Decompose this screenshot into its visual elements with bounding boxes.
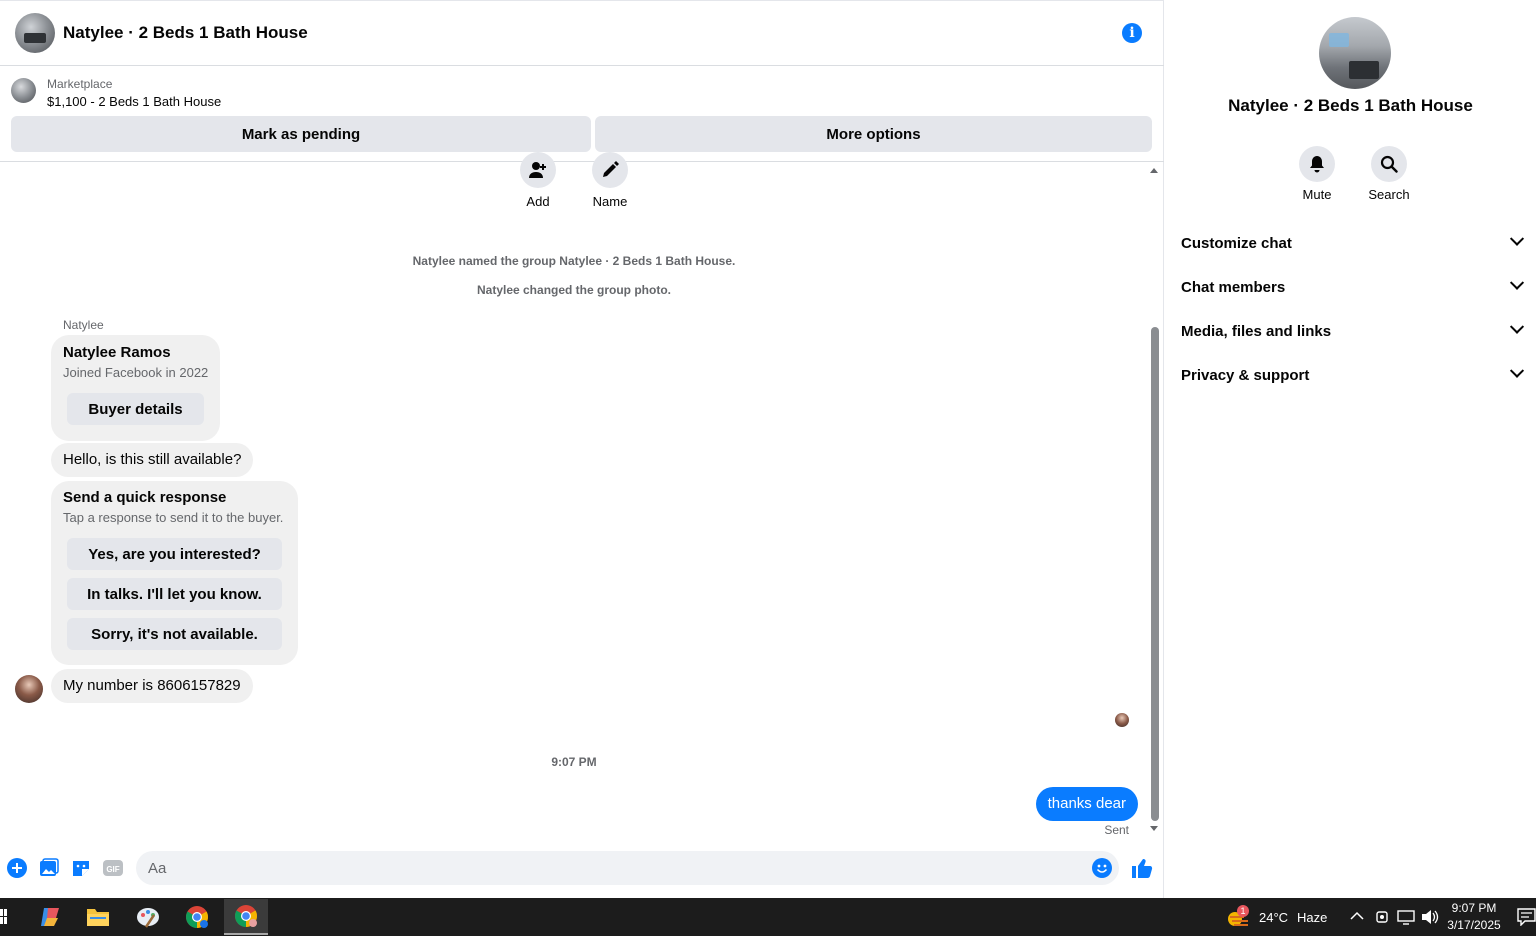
system-message-rename: Natylee named the group Natylee · 2 Beds… [412,254,736,268]
message-status: Sent [1104,823,1129,837]
svg-text:GIF: GIF [106,865,119,874]
name-label: Name [592,194,628,209]
meet-now-icon[interactable] [1375,909,1389,925]
copilot-app[interactable] [28,899,72,935]
search-label: Search [1368,187,1410,202]
clock-date[interactable]: 3/17/2025 [1444,918,1504,932]
gif-icon[interactable]: GIF [103,858,123,878]
chevron-up-icon[interactable] [1350,911,1364,921]
group-avatar[interactable] [15,13,55,53]
message-bubble[interactable]: My number is 8606157829 [51,669,253,703]
quick-response-option[interactable]: Yes, are you interested? [67,538,282,570]
section-customize-chat[interactable]: Customize chat [1181,223,1530,263]
chrome-icon [186,906,208,928]
info-panel: Natylee · 2 Beds 1 Bath House Mute Searc… [1165,0,1536,898]
chrome-app-active[interactable] [224,899,268,935]
add-person-button[interactable] [520,152,556,188]
more-options-button[interactable]: More options [595,116,1152,152]
sender-name: Natylee [63,318,104,332]
message-input[interactable] [136,851,1119,885]
bell-icon [1310,156,1324,173]
buyer-joined: Joined Facebook in 2022 [63,365,209,380]
panel-title: Natylee · 2 Beds 1 Bath House [1228,96,1473,115]
section-label: Privacy & support [1181,366,1310,384]
section-media-files-links[interactable]: Media, files and links [1181,311,1530,351]
search-button[interactable] [1371,146,1407,182]
photo-icon[interactable] [39,858,59,878]
pencil-icon [603,161,619,177]
start-icon[interactable] [0,909,8,925]
mark-as-pending-button[interactable]: Mark as pending [11,116,591,152]
chevron-down-icon [1509,319,1525,334]
search-icon [1380,155,1398,173]
section-label: Media, files and links [1181,322,1332,340]
file-explorer-app[interactable] [76,899,120,935]
listing-thumbnail[interactable] [11,78,36,103]
section-label: Chat members [1181,278,1286,296]
scroll-down-arrow[interactable] [1150,826,1158,831]
copilot-icon [41,908,59,926]
quick-response-subtitle: Tap a response to send it to the buyer. [63,510,284,525]
like-icon[interactable] [1131,857,1153,879]
plus-icon[interactable] [7,858,27,878]
info-icon[interactable]: i [1122,23,1142,43]
name-group-button[interactable] [592,152,628,188]
quick-response-option[interactable]: Sorry, it's not available. [67,618,282,650]
quick-response-title: Send a quick response [63,489,227,506]
add-label: Add [526,194,550,209]
seen-indicator-avatar [1115,713,1129,727]
buyer-name: Natylee Ramos [63,344,171,361]
section-chat-members[interactable]: Chat members [1181,267,1530,307]
sticker-icon[interactable] [71,858,91,878]
listing-title[interactable]: $1,100 - 2 Beds 1 Bath House [47,94,221,109]
mute-label: Mute [1302,187,1332,202]
weather-badge: 1 [1237,905,1249,917]
chrome-icon [235,905,257,927]
chevron-down-icon [1509,231,1525,246]
scrollbar-thumb[interactable] [1151,327,1159,821]
chat-title[interactable]: Natylee · 2 Beds 1 Bath House [63,23,308,43]
chevron-down-icon [1509,363,1525,378]
mute-button[interactable] [1299,146,1335,182]
section-label: Customize chat [1181,234,1292,252]
marketplace-label: Marketplace [47,77,113,91]
system-message-photo: Natylee changed the group photo. [476,283,671,297]
taskbar: 1 24°C Haze 9:07 PM 3/17/2025 [0,898,1536,936]
chat-header: Natylee · 2 Beds 1 Bath House i [0,0,1164,66]
sender-avatar[interactable] [15,675,43,703]
section-privacy-support[interactable]: Privacy & support [1181,355,1530,395]
folder-icon [87,909,109,926]
quick-response-option[interactable]: In talks. I'll let you know. [67,578,282,610]
network-icon[interactable] [1397,909,1415,925]
palette-icon [137,908,159,928]
chat-column: Natylee · 2 Beds 1 Bath House i Marketpl… [0,0,1164,898]
group-photo[interactable] [1319,17,1391,89]
weather-temp[interactable]: 24°C [1259,910,1288,925]
buyer-details-button[interactable]: Buyer details [67,393,204,425]
my-message-bubble[interactable]: thanks dear [1035,787,1138,821]
scroll-up-arrow[interactable] [1150,168,1158,173]
message-bubble[interactable]: Hello, is this still available? [51,443,254,477]
clock-time[interactable]: 9:07 PM [1444,901,1504,915]
emoji-icon[interactable] [1092,858,1112,878]
chrome-app[interactable] [175,899,219,935]
messenger-app: Natylee · 2 Beds 1 Bath House i Marketpl… [0,0,1536,898]
chevron-down-icon [1509,275,1525,290]
message-timestamp: 9:07 PM [551,755,597,769]
paint-app[interactable] [126,899,170,935]
notification-icon[interactable] [1517,908,1536,926]
weather-desc[interactable]: Haze [1297,910,1327,925]
volume-icon[interactable] [1421,909,1439,925]
add-person-icon [529,162,546,178]
